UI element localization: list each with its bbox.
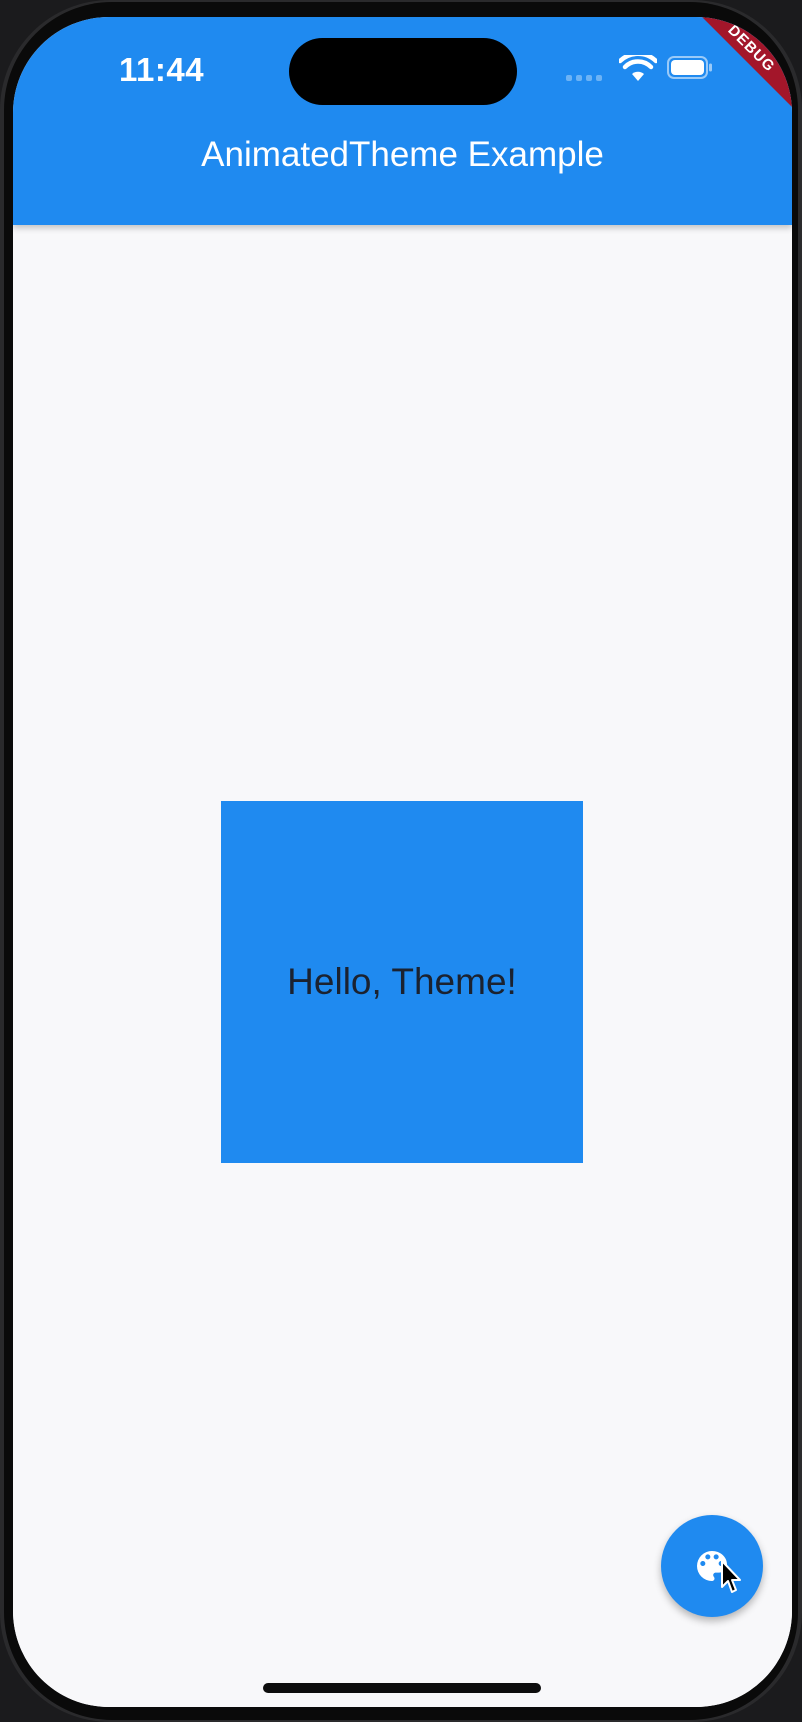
dynamic-island [289, 38, 517, 105]
mouse-pointer-icon [721, 1560, 741, 1593]
themed-container-text: Hello, Theme! [287, 961, 517, 1002]
cellular-signal-icon [566, 75, 602, 81]
change-theme-fab[interactable] [661, 1515, 763, 1617]
page-title: AnimatedTheme Example [201, 135, 604, 174]
page-body: Hello, Theme! [13, 225, 792, 1707]
battery-icon [667, 56, 712, 79]
app-screen: 11:44 DEBUG AnimatedTheme Example Hello,… [13, 17, 792, 1707]
home-indicator[interactable] [263, 1683, 541, 1693]
wifi-icon [619, 55, 657, 81]
themed-container: Hello, Theme! [221, 801, 583, 1163]
app-bar: 11:44 DEBUG AnimatedTheme Example [13, 17, 792, 225]
status-time: 11:44 [119, 51, 205, 88]
phone-frame: 11:44 DEBUG AnimatedTheme Example Hello,… [0, 0, 802, 1722]
